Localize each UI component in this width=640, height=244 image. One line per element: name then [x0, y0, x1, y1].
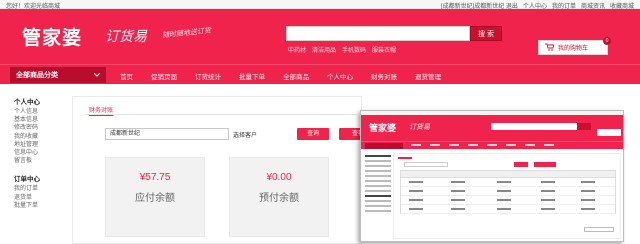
nav-personal-center[interactable]: 个人中心	[327, 71, 353, 81]
nav-promotions[interactable]: 促销页面	[151, 71, 177, 81]
logo[interactable]: 管家婆	[22, 23, 82, 50]
chevron-down-icon	[93, 72, 101, 79]
inset-search-field	[491, 123, 577, 130]
sidebar-item-returns[interactable]: 退货单	[14, 194, 64, 202]
nav-all-products[interactable]: 全部商品	[283, 71, 309, 81]
payable-balance-card: ¥57.75 应付余额	[105, 157, 205, 237]
sidebar-item-personal-info[interactable]: 个人信息	[14, 108, 64, 116]
sidebar-item-bulk-order[interactable]: 批量下单	[14, 202, 64, 210]
nav-order-stats[interactable]: 订货统计	[195, 71, 221, 81]
cart-label: 我的购物车	[558, 46, 589, 52]
inset-search-button	[577, 123, 591, 130]
finance-panel: 财务对账 成都新世纪 选择客户 查询 查看往来明细 ¥57.75 应付余额 ¥0…	[72, 96, 401, 244]
inset-screenshot: 管家婆 订货易	[360, 110, 624, 242]
top-bar: 您好！欢迎光临商城 [成都新世纪]成都新世纪 退出 个人中心 我的订单 商城资讯…	[0, 0, 640, 10]
inset-logo: 管家婆	[369, 124, 397, 134]
sidebar-item-basic-info[interactable]: 基本信息	[14, 116, 64, 124]
nav-home[interactable]: 首页	[120, 71, 133, 81]
sidebar-group-title: 订单中心	[14, 176, 40, 184]
prepaid-amount: ¥0.00	[266, 172, 292, 183]
hot-word[interactable]: 手机数码	[342, 45, 366, 54]
hot-words: 中药材 清洁用品 手机数码 服装衣帽	[288, 45, 396, 54]
inset-cart	[597, 129, 621, 136]
hot-word[interactable]: 服装衣帽	[372, 45, 396, 54]
prepaid-label: 预付余额	[259, 193, 299, 204]
sidebar-item-my-orders[interactable]: 我的订单	[14, 185, 64, 193]
nav-links: 首页 促销页面 订货统计 批量下单 全部商品 个人中心 财务对账 退货管理	[120, 71, 459, 81]
query-button[interactable]: 查询	[297, 128, 329, 140]
page: { "topbar": { "welcome": "您好！欢迎光临商城", "l…	[0, 0, 640, 244]
sidebar-item-addresses[interactable]: 地址管理	[14, 141, 64, 149]
main-nav: 全部商品分类 首页 促销页面 订货统计 批量下单 全部商品 个人中心 财务对账 …	[0, 64, 640, 84]
tab-divider	[85, 114, 357, 115]
payable-label: 应付余额	[135, 193, 175, 204]
sidebar: 个人中心 个人信息 基本信息 修改密码 我的收藏 地址管理 信息中心 留言板 订…	[14, 96, 64, 210]
inset-pagination	[584, 227, 614, 232]
hot-word[interactable]: 清洁用品	[312, 45, 336, 54]
cart-button[interactable]: 我的购物车 0	[538, 37, 611, 55]
nav-bulk-order[interactable]: 批量下单	[239, 71, 265, 81]
hot-word[interactable]: 中药材	[288, 45, 306, 54]
search-button[interactable]: 搜 索	[470, 26, 502, 41]
sidebar-item-guestbook[interactable]: 留言板	[14, 157, 64, 165]
all-categories-label: 全部商品分类	[16, 72, 58, 79]
logo-subtitle: 订货易	[105, 29, 147, 45]
search-input[interactable]	[286, 26, 470, 41]
sidebar-item-change-password[interactable]: 修改密码	[14, 124, 64, 132]
inset-nav	[361, 141, 623, 149]
nav-returns[interactable]: 退货管理	[415, 71, 441, 81]
inset-main	[393, 153, 621, 239]
cart-count-badge: 0	[603, 37, 611, 45]
header: 管家婆 订货易 随时随地送订货 搜 索 中药材 清洁用品 手机数码 服装衣帽 我…	[0, 9, 640, 64]
choose-customer-link[interactable]: 选择客户	[233, 130, 257, 139]
inset-header: 管家婆 订货易	[361, 115, 623, 141]
sidebar-item-messages[interactable]: 信息中心	[14, 149, 64, 157]
sidebar-group-title: 个人中心	[14, 99, 40, 106]
nav-finance[interactable]: 财务对账	[371, 71, 397, 81]
cart-icon	[545, 43, 555, 53]
payable-amount: ¥57.75	[139, 172, 171, 183]
inset-sidebar	[365, 155, 391, 215]
slogan: 随时随地送订货	[161, 27, 212, 40]
customer-field[interactable]: 成都新世纪	[105, 128, 229, 140]
sidebar-item-favorites[interactable]: 我的收藏	[14, 133, 64, 141]
inset-logo-subtitle: 订货易	[409, 123, 430, 131]
inset-table	[400, 170, 616, 214]
all-categories-button[interactable]: 全部商品分类	[10, 67, 106, 83]
prepaid-balance-card: ¥0.00 预付余额	[229, 157, 329, 237]
